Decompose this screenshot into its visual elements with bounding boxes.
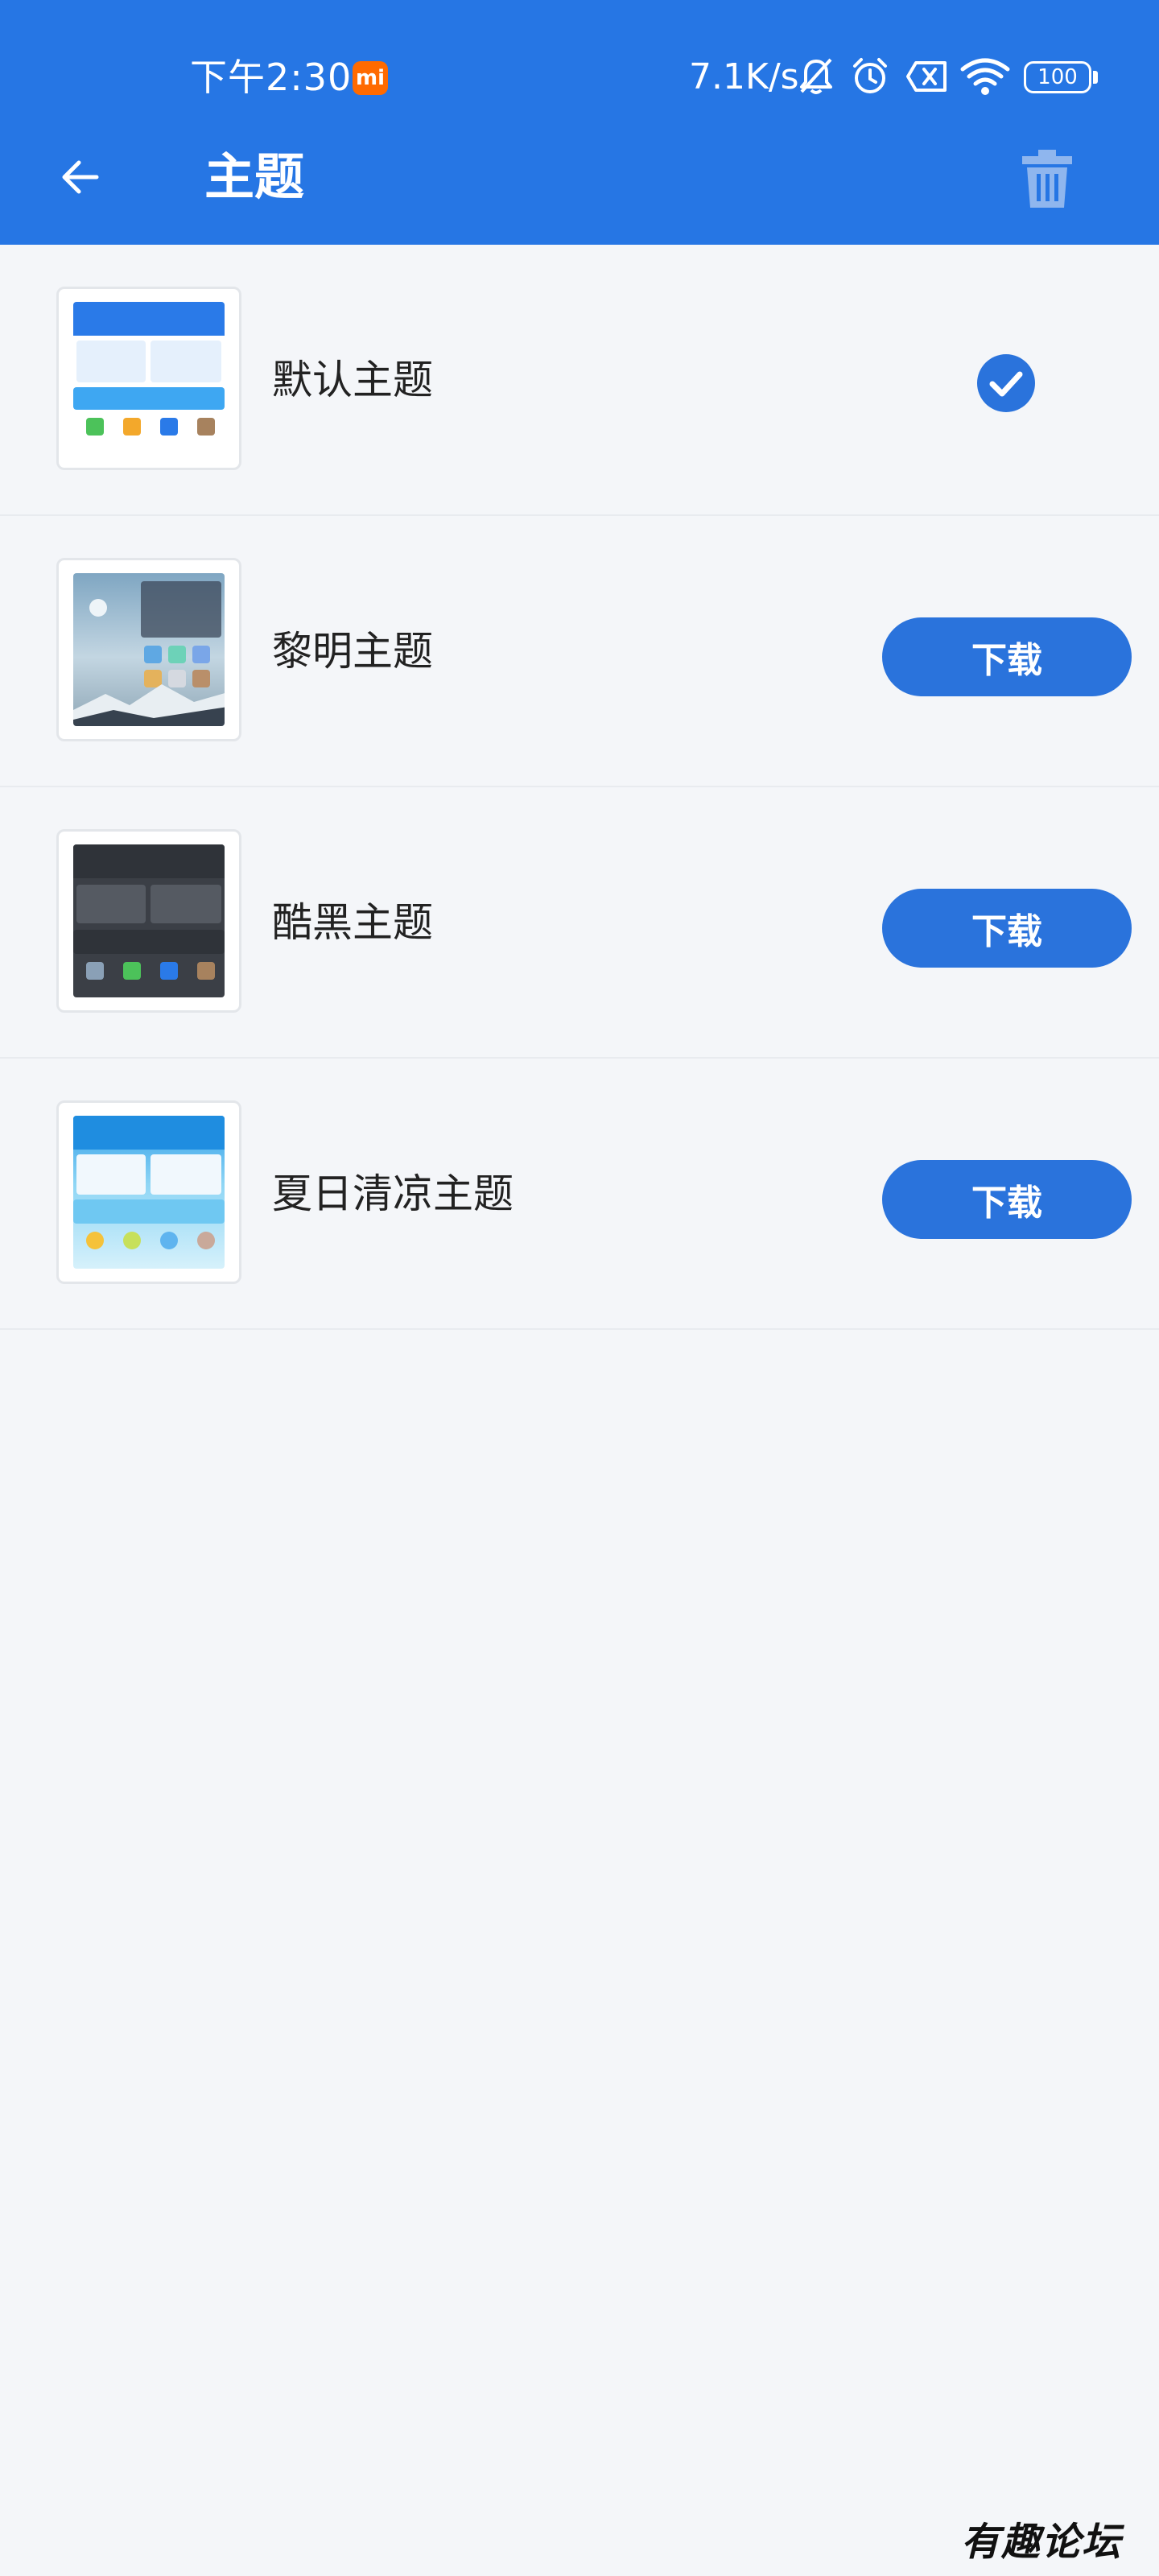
- theme-preview-summer: [56, 1100, 241, 1284]
- download-button[interactable]: 下载: [882, 889, 1132, 968]
- theme-preview-dawn: [56, 558, 241, 741]
- theme-list: 默认主题 黎明主题 下载 酷黑主题 下载 夏日清凉主题 下载: [0, 245, 1159, 1330]
- battery-tip: [1093, 71, 1098, 84]
- no-sim-icon: [906, 61, 947, 92]
- watermark: 有趣论坛: [961, 2520, 1123, 2565]
- download-button[interactable]: 下载: [882, 617, 1132, 696]
- trash-icon[interactable]: [1019, 148, 1075, 209]
- theme-row-default[interactable]: 默认主题: [0, 245, 1159, 516]
- theme-preview-default: [56, 287, 241, 470]
- selected-check-icon: [977, 354, 1035, 412]
- battery-indicator: 100: [1024, 61, 1091, 93]
- page-title: 主题: [204, 147, 305, 206]
- theme-preview-black: [56, 829, 241, 1013]
- theme-name: 夏日清凉主题: [272, 1170, 514, 1217]
- bell-off-icon: [800, 58, 832, 94]
- theme-row-black[interactable]: 酷黑主题 下载: [0, 787, 1159, 1059]
- theme-row-summer[interactable]: 夏日清凉主题 下载: [0, 1059, 1159, 1330]
- theme-name: 黎明主题: [272, 628, 433, 675]
- alarm-icon: [853, 58, 887, 93]
- app-bar: 下午2:30 mi 7.1K/s 100 主题: [0, 0, 1159, 245]
- theme-name: 默认主题: [272, 357, 433, 403]
- download-button[interactable]: 下载: [882, 1160, 1132, 1239]
- mi-badge-icon: mi: [353, 61, 388, 95]
- wifi-icon: [960, 58, 1010, 95]
- status-bar: 下午2:30 mi 7.1K/s 100: [0, 0, 1159, 148]
- back-arrow-icon[interactable]: [56, 153, 105, 201]
- theme-name: 酷黑主题: [272, 899, 433, 946]
- status-time: 下午2:30: [190, 56, 353, 99]
- network-speed: 7.1K/s: [689, 56, 799, 97]
- theme-row-dawn[interactable]: 黎明主题 下载: [0, 516, 1159, 787]
